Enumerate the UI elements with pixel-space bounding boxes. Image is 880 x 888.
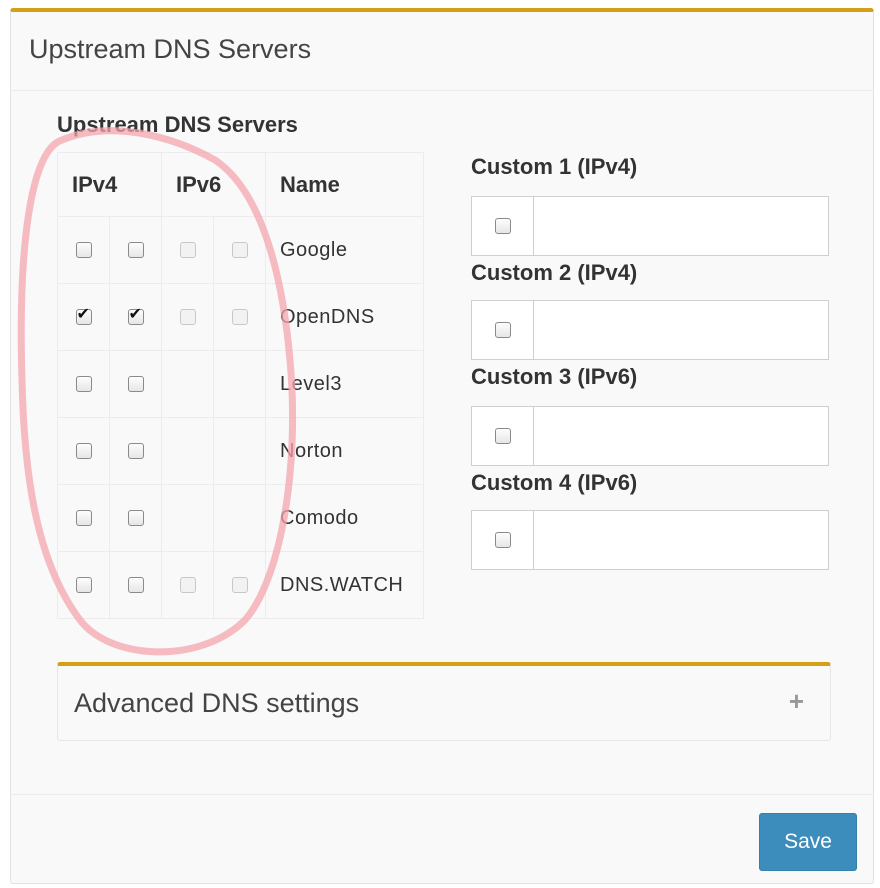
ipv4-checkbox-1[interactable]: ✔ [75,306,92,325]
ipv4-cell [57,551,110,619]
ipv6-checkbox-1 [179,576,196,593]
ipv4-cell [109,484,162,552]
server-name: OpenDNS [265,283,424,351]
checkmark-icon: ✔ [128,305,142,323]
custom-4-input[interactable] [533,510,829,570]
ipv4-cell [109,350,162,418]
server-name: Comodo [265,484,424,552]
panel-title: Upstream DNS Servers [29,34,312,64]
ipv6-cell [213,484,266,552]
ipv6-checkbox-2 [231,241,248,258]
ipv6-checkbox-1 [179,241,196,258]
custom-4-addon [471,510,534,570]
ipv4-checkbox-1[interactable] [75,442,92,459]
advanced-dns-title: Advanced DNS settings [74,688,360,718]
ipv6-checkbox-2 [231,308,248,325]
header-name: Name [265,152,424,217]
table-row: DNS.WATCH [57,551,424,619]
header-ipv4: IPv4 [57,152,162,217]
custom-2-label: Custom 2 (IPv4) [471,260,638,285]
custom-4-label: Custom 4 (IPv6) [471,470,638,495]
ipv6-cell [213,216,266,284]
header-ipv6: IPv6 [161,152,266,217]
ipv4-cell [57,417,110,485]
custom-4-checkbox[interactable] [494,532,511,548]
custom-1-checkbox[interactable] [494,218,511,234]
ipv6-cell [161,283,214,351]
custom-4-row [471,510,829,570]
ipv4-checkbox-2[interactable]: ✔ [127,306,144,325]
custom-3-checkbox[interactable] [494,428,511,444]
save-button[interactable]: Save [759,813,857,871]
section-title: Upstream DNS Servers [57,112,298,137]
ipv6-cell [213,283,266,351]
custom-3-addon [471,406,534,466]
ipv4-checkbox-2[interactable] [127,509,144,526]
custom-2-checkbox[interactable] [494,322,511,338]
server-name: Level3 [265,350,424,418]
ipv4-checkbox-2[interactable] [127,442,144,459]
ipv4-cell: ✔ [57,283,110,351]
table-row: ✔ ✔ OpenDNS [57,283,424,351]
custom-2-input[interactable] [533,300,829,360]
server-name: Norton [265,417,424,485]
ipv4-cell [109,216,162,284]
table-row: Level3 [57,350,424,418]
ipv6-cell [161,216,214,284]
custom-2-addon [471,300,534,360]
ipv6-checkbox-1 [179,308,196,325]
ipv4-cell [57,350,110,418]
ipv4-checkbox-1[interactable] [75,375,92,392]
ipv6-cell [213,350,266,418]
custom-3-label: Custom 3 (IPv6) [471,364,638,389]
custom-1-input[interactable] [533,196,829,256]
table-header-row: IPv4 IPv6 Name [57,152,424,217]
ipv4-cell: ✔ [109,283,162,351]
custom-3-input[interactable] [533,406,829,466]
ipv6-cell [213,551,266,619]
checkmark-icon: ✔ [76,305,90,323]
table-row: Comodo [57,484,424,552]
ipv6-cell [161,417,214,485]
ipv6-cell [161,551,214,619]
dns-table-body: Google ✔ ✔ OpenDNS Level3 Norton Comodo DNS.WAT… [57,216,424,619]
ipv4-checkbox-2[interactable] [127,576,144,593]
upstream-dns-panel: Upstream DNS Servers Upstream DNS Server… [10,8,874,884]
server-name: Google [265,216,424,284]
ipv4-checkbox-1[interactable] [75,576,92,593]
ipv4-checkbox-2[interactable] [127,241,144,258]
ipv6-cell [213,417,266,485]
footer-divider [11,794,873,795]
ipv4-checkbox-2[interactable] [127,375,144,392]
ipv4-cell [109,551,162,619]
custom-3-row [471,406,829,466]
plus-icon[interactable]: + [789,686,804,717]
table-row: Google [57,216,424,284]
custom-1-addon [471,196,534,256]
ipv6-checkbox-2 [231,576,248,593]
ipv4-checkbox-1[interactable] [75,241,92,258]
ipv4-checkbox-1[interactable] [75,509,92,526]
table-row: Norton [57,417,424,485]
ipv6-cell [161,484,214,552]
dns-servers-table: IPv4 IPv6 Name Google ✔ ✔ OpenDNS Level3 Nort… [57,152,424,619]
advanced-dns-box[interactable]: Advanced DNS settings + [57,662,831,741]
custom-1-row [471,196,829,256]
ipv4-cell [57,484,110,552]
custom-2-row [471,300,829,360]
custom-1-label: Custom 1 (IPv4) [471,154,638,179]
ipv6-cell [161,350,214,418]
server-name: DNS.WATCH [265,551,424,619]
ipv4-cell [109,417,162,485]
panel-header: Upstream DNS Servers [11,12,873,91]
ipv4-cell [57,216,110,284]
